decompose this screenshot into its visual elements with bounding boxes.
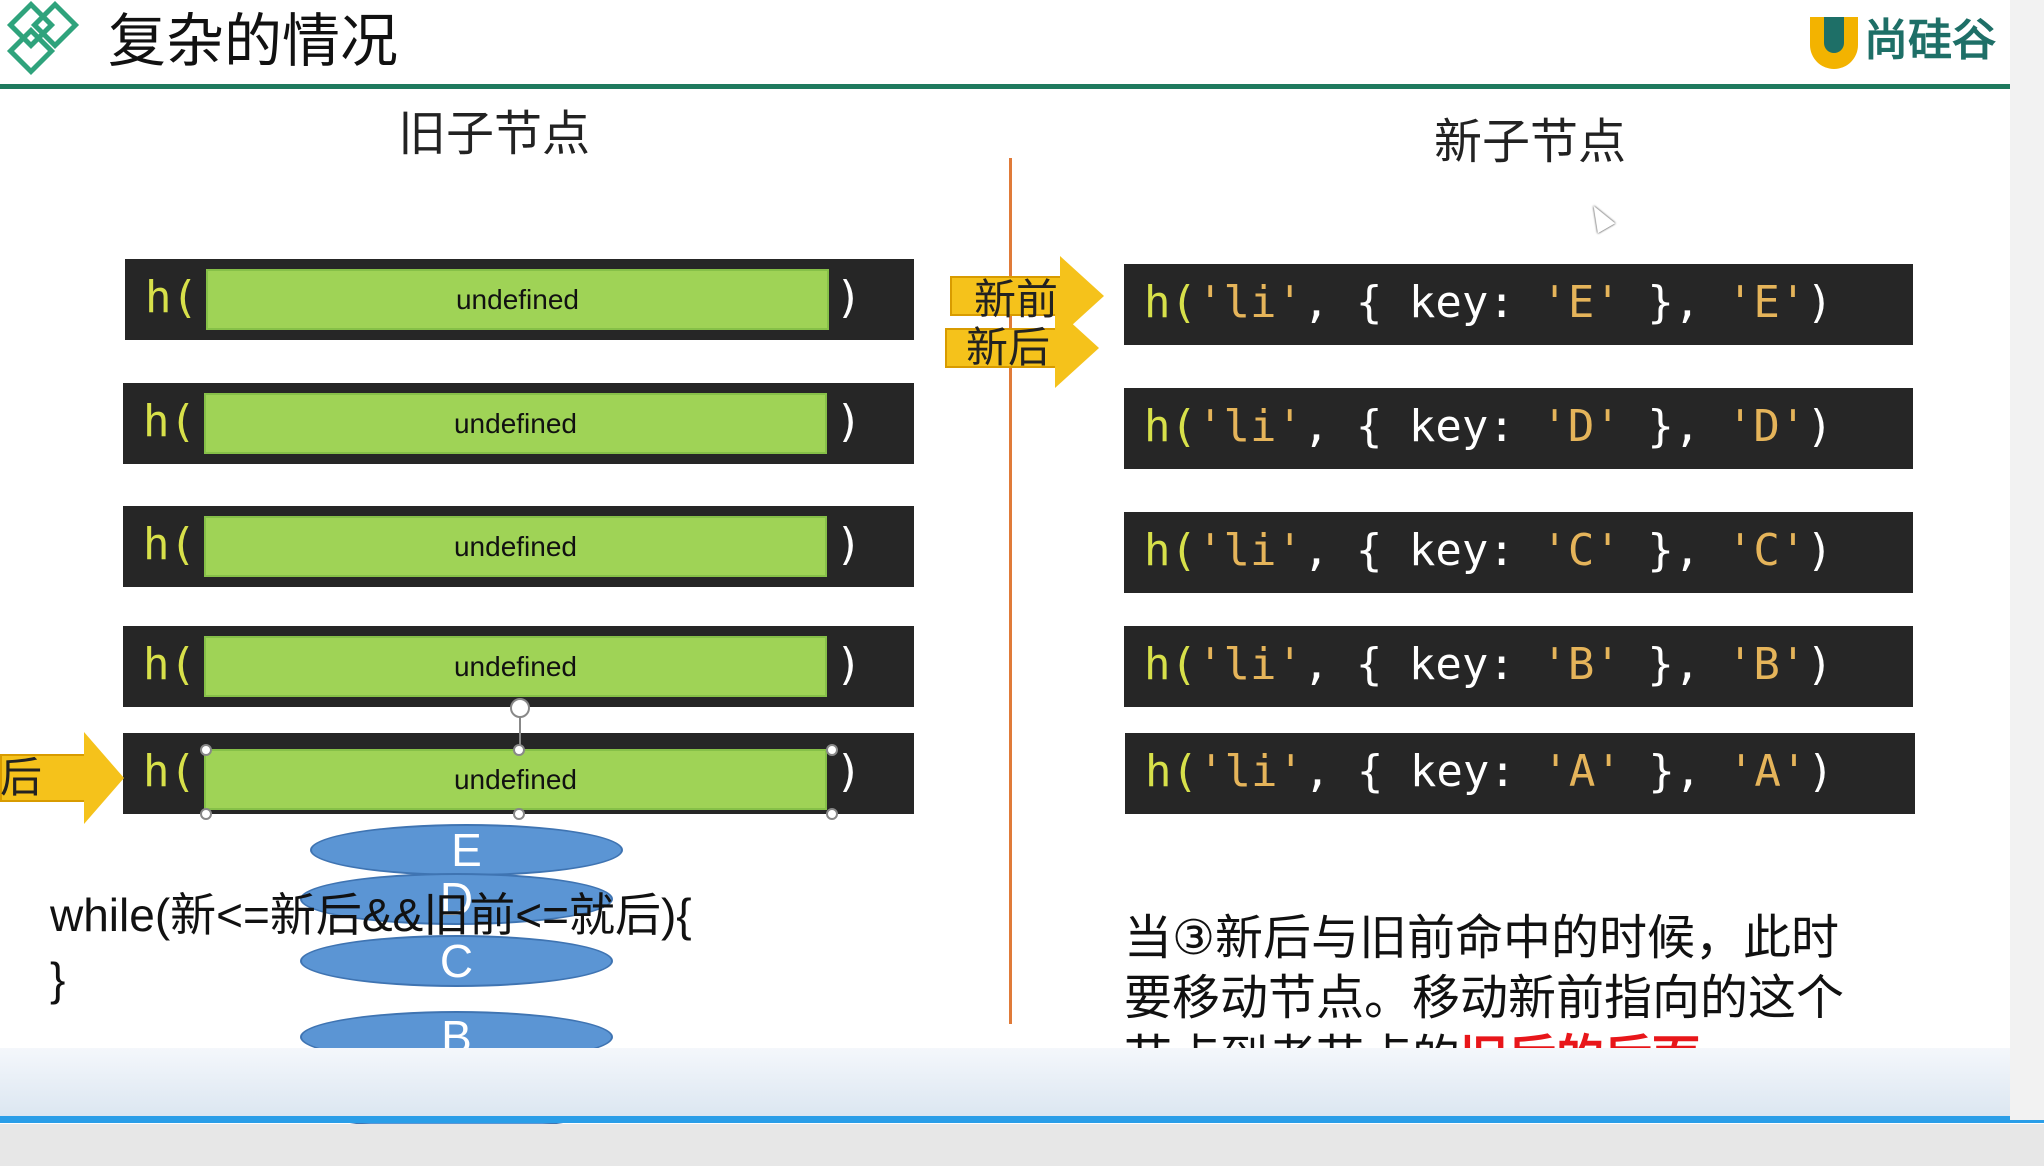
- video-progress-bar[interactable]: [0, 1116, 2044, 1123]
- close-paren: ): [835, 396, 863, 447]
- h-call-code: h('li', { key: 'B' }, 'B'): [1144, 639, 1833, 690]
- node-label: C: [439, 935, 474, 987]
- h-call: h(: [145, 272, 198, 323]
- resize-handle[interactable]: [200, 808, 212, 820]
- placeholder-text: undefined: [453, 408, 577, 439]
- brand-u-icon: [1810, 17, 1858, 69]
- placeholder-text: undefined: [455, 284, 579, 315]
- node-label: E: [451, 824, 482, 876]
- h-call: h(: [143, 396, 196, 447]
- old-node-row: h( undefined ): [123, 506, 914, 587]
- old-node-row: h( undefined ): [123, 383, 914, 464]
- node-ellipse[interactable]: C: [300, 935, 613, 987]
- slide-title: 复杂的情况: [108, 7, 399, 75]
- new-node-row: h('li', { key: 'B' }, 'B'): [1124, 626, 1913, 707]
- player-control-bar: [0, 1124, 2044, 1166]
- old-node-row: h( undefined ): [123, 626, 914, 707]
- resize-handle[interactable]: [513, 808, 525, 820]
- node-ellipse[interactable]: E: [310, 824, 623, 876]
- new-node-row: h('li', { key: 'D' }, 'D'): [1124, 388, 1913, 469]
- undefined-placeholder: undefined: [204, 393, 827, 454]
- placeholder-text: undefined: [453, 531, 577, 562]
- undefined-placeholder: undefined: [204, 636, 827, 697]
- close-paren: ): [835, 746, 863, 797]
- h-call: h(: [143, 519, 196, 570]
- while-loop-close: }: [50, 953, 66, 1005]
- undefined-placeholder: undefined: [204, 516, 827, 577]
- new-back-label: 新后: [966, 323, 1051, 372]
- rotate-handle[interactable]: [510, 698, 530, 718]
- new-children-heading: 新子节点: [1434, 114, 1627, 170]
- h-call: h(: [143, 746, 196, 797]
- resize-handle[interactable]: [826, 808, 838, 820]
- placeholder-text: undefined: [453, 651, 577, 682]
- brand-logo: 尚硅谷: [1810, 12, 1996, 70]
- h-call-code: h('li', { key: 'C' }, 'C'): [1144, 525, 1833, 576]
- old-children-heading: 旧子节点: [398, 106, 591, 162]
- resize-handle[interactable]: [200, 744, 212, 756]
- h-call-code: h('li', { key: 'E' }, 'E'): [1144, 277, 1833, 328]
- new-node-row: h('li', { key: 'A' }, 'A'): [1125, 733, 1915, 814]
- h-call-code: h('li', { key: 'A' }, 'A'): [1145, 746, 1834, 797]
- close-paren: ): [835, 272, 863, 323]
- old-tail-label: 旧后: [0, 753, 43, 802]
- new-node-row: h('li', { key: 'C' }, 'C'): [1124, 512, 1913, 593]
- brand-name: 尚硅谷: [1864, 15, 1996, 66]
- header-divider: [0, 84, 2010, 89]
- old-node-row: h( undefined ): [125, 259, 914, 340]
- h-call: h(: [143, 639, 196, 690]
- h-call-code: h('li', { key: 'D' }, 'D'): [1144, 401, 1833, 452]
- mouse-cursor-icon: [1584, 200, 1616, 234]
- placeholder-text: undefined: [453, 764, 577, 795]
- window-edge: [2010, 0, 2044, 1120]
- footer-wave-decoration: [0, 1048, 2044, 1118]
- undefined-placeholder[interactable]: undefined: [204, 749, 827, 810]
- close-paren: ): [835, 519, 863, 570]
- close-paren: ): [835, 639, 863, 690]
- resize-handle[interactable]: [826, 744, 838, 756]
- undefined-placeholder: undefined: [206, 269, 829, 330]
- new-node-row: h('li', { key: 'E' }, 'E'): [1124, 264, 1913, 345]
- while-loop-line: while(新<=新后&&旧前<=就后){: [50, 889, 692, 941]
